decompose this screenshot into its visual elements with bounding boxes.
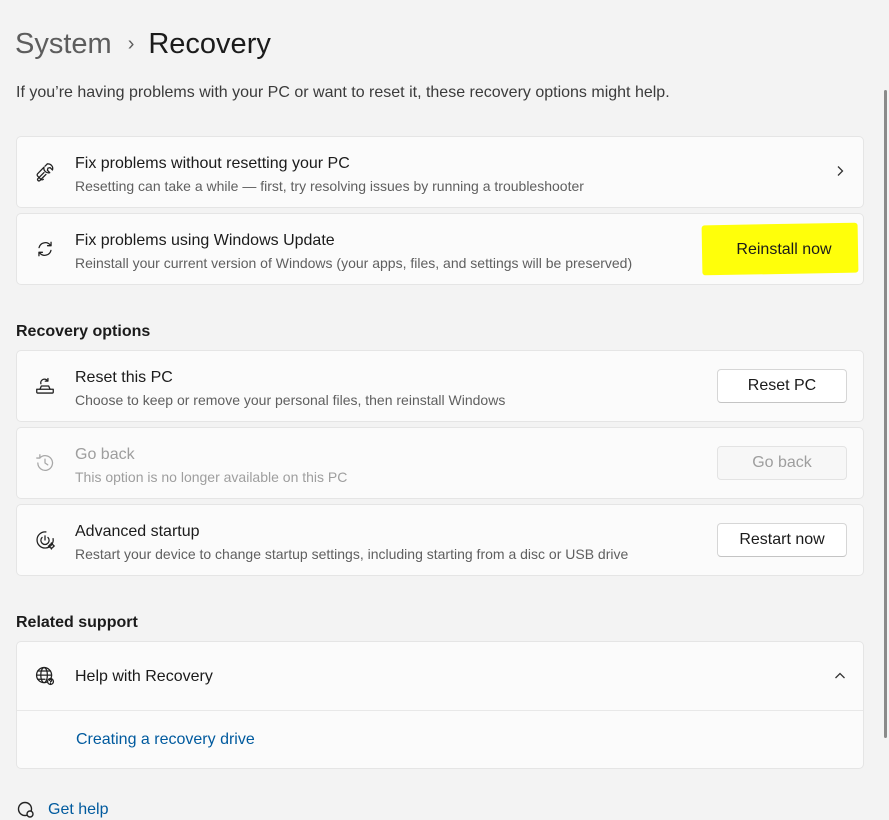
restart-now-button[interactable]: Restart now (717, 523, 847, 557)
intro-text: If you’re having problems with your PC o… (16, 84, 670, 101)
card-description: Resetting can take a while — first, try … (75, 178, 584, 194)
card-fix-problems-windows-update: Fix problems using Windows Update Reinst… (16, 213, 864, 285)
card-title: Go back (75, 446, 135, 463)
help-with-recovery-title: Help with Recovery (75, 668, 213, 685)
card-description: This option is no longer available on th… (75, 469, 348, 485)
sync-icon (34, 238, 56, 260)
card-fix-problems-troubleshooter[interactable]: Fix problems without resetting your PC R… (16, 136, 864, 208)
reset-pc-icon (34, 375, 56, 397)
chevron-right-icon (833, 164, 847, 178)
card-title: Reset this PC (75, 369, 173, 386)
wrench-icon (34, 161, 56, 183)
advanced-startup-icon (34, 529, 56, 551)
scrollbar[interactable] (884, 90, 887, 738)
get-help[interactable]: Get help (16, 800, 108, 820)
breadcrumb: System › Recovery (15, 24, 271, 64)
card-description: Reinstall your current version of Window… (75, 255, 633, 271)
card-title: Fix problems using Windows Update (75, 232, 335, 249)
chevron-up-icon[interactable] (833, 669, 847, 683)
reinstall-now-button[interactable]: Reinstall now (718, 224, 850, 276)
page-title: Recovery (148, 27, 271, 60)
reset-pc-button[interactable]: Reset PC (717, 369, 847, 403)
breadcrumb-system[interactable]: System (15, 28, 112, 61)
section-title-recovery-options: Recovery options (16, 323, 151, 340)
card-title: Fix problems without resetting your PC (75, 155, 350, 172)
help-icon (16, 800, 36, 820)
help-with-recovery-expander: Help with Recovery Creating a recovery d… (16, 641, 864, 769)
go-back-button: Go back (717, 446, 847, 480)
card-advanced-startup: Advanced startup Restart your device to … (16, 504, 864, 576)
card-go-back: Go back This option is no longer availab… (16, 427, 864, 499)
card-reset-this-pc: Reset this PC Choose to keep or remove y… (16, 350, 864, 422)
history-icon (34, 452, 56, 474)
card-description: Restart your device to change startup se… (75, 546, 629, 562)
section-title-related-support: Related support (16, 614, 138, 631)
card-description: Choose to keep or remove your personal f… (75, 392, 506, 408)
breadcrumb-separator: › (127, 32, 135, 55)
creating-recovery-drive-link[interactable]: Creating a recovery drive (76, 731, 255, 749)
card-title: Advanced startup (75, 523, 200, 540)
get-help-link[interactable]: Get help (48, 801, 108, 819)
help-with-recovery-header[interactable]: Help with Recovery (17, 642, 863, 711)
globe-icon (34, 665, 56, 687)
